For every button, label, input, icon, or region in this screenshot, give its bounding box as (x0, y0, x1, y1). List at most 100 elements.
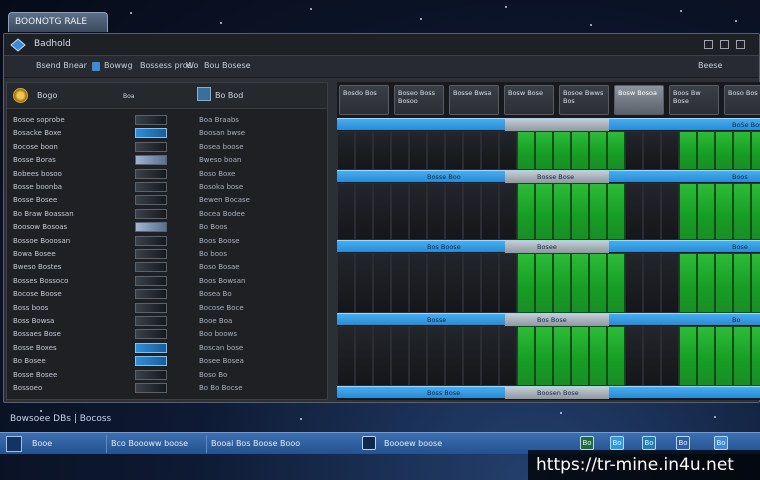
list-item[interactable]: Bossoe Booosan Boos Boose (7, 235, 327, 248)
grid-cell[interactable] (643, 131, 661, 170)
grid-cell[interactable] (445, 326, 463, 386)
list-item[interactable]: Bosse Boxes Boscan bose (7, 342, 327, 355)
column-header[interactable]: Bosw Bose (504, 85, 554, 115)
grid-cell-active[interactable] (553, 131, 571, 170)
start-icon[interactable] (6, 436, 22, 452)
grid-cell-active[interactable] (517, 326, 535, 386)
grid-cell[interactable] (445, 131, 463, 170)
grid-cell[interactable] (337, 183, 355, 240)
list-item[interactable]: Bossoeo Bo Bo Bocse (7, 382, 327, 395)
grid-cell[interactable] (427, 131, 445, 170)
grid-cell-active[interactable] (553, 183, 571, 240)
grid-cell[interactable] (373, 253, 391, 313)
grid-cell-active[interactable] (517, 253, 535, 313)
column-header[interactable]: Bosdo Bos (339, 85, 389, 115)
grid-cell-active[interactable] (607, 183, 625, 240)
grid-cell[interactable] (391, 253, 409, 313)
grid-cell-active[interactable] (751, 253, 760, 313)
list-item[interactable]: Boss boos Bocose Boce (7, 302, 327, 315)
grid-cell[interactable] (499, 326, 517, 386)
grid-cell-active[interactable] (535, 253, 553, 313)
grid-cell-active[interactable] (535, 183, 553, 240)
grid-cell-active[interactable] (697, 131, 715, 170)
tray-icon[interactable]: Bo (642, 436, 656, 450)
grid-cell[interactable] (427, 253, 445, 313)
row-band[interactable]: Bosse Boo Bosse Bose Boos (337, 170, 760, 183)
taskbar-item[interactable]: Boooew boose (380, 435, 446, 453)
toolbar-item[interactable]: Bowwg (104, 61, 133, 70)
grid-cell[interactable] (409, 326, 427, 386)
toolbar-item[interactable]: Bsend Bnear (36, 61, 87, 70)
grid-cell-active[interactable] (697, 326, 715, 386)
column-header[interactable]: Bosoe Bwws Bos (559, 85, 609, 115)
grid-cell-active[interactable] (715, 183, 733, 240)
close-icon[interactable] (736, 40, 745, 49)
grid-cell-active[interactable] (751, 326, 760, 386)
grid-cell[interactable] (427, 326, 445, 386)
row-band[interactable]: BoSe Bose (337, 118, 760, 131)
toolbar-item[interactable]: Bossess pros (140, 61, 192, 70)
grid-cell[interactable] (409, 131, 427, 170)
tray-icon[interactable]: Bo (676, 436, 690, 450)
grid-cell-active[interactable] (589, 131, 607, 170)
grid-cell[interactable] (481, 183, 499, 240)
grid-cell-active[interactable] (697, 183, 715, 240)
tab-active[interactable]: BOONOTG RALE (8, 12, 108, 32)
grid-cell[interactable] (499, 131, 517, 170)
grid-cell[interactable] (499, 253, 517, 313)
grid-cell[interactable] (463, 326, 481, 386)
grid-cell[interactable] (661, 183, 679, 240)
list-item[interactable]: Bosse Boras Bweso boan (7, 154, 327, 167)
grid-cell-active[interactable] (571, 131, 589, 170)
list-item[interactable]: Boosow Bosoas Bo Boos (7, 221, 327, 234)
column-header[interactable]: Boos Bw Bose (669, 85, 719, 115)
grid-cell-active[interactable] (517, 183, 535, 240)
grid-cell[interactable] (355, 183, 373, 240)
grid-cell[interactable] (481, 326, 499, 386)
toolbar-right-item[interactable]: Beese (698, 61, 722, 70)
grid-cell[interactable] (373, 326, 391, 386)
list-item[interactable]: Bowa Bosee Bo boos (7, 248, 327, 261)
tray-icon[interactable]: Bo (714, 436, 728, 450)
grid-cell-active[interactable] (589, 183, 607, 240)
grid-cell[interactable] (427, 183, 445, 240)
grid-cell[interactable] (391, 326, 409, 386)
grid-cell-active[interactable] (535, 326, 553, 386)
grid-cell[interactable] (463, 183, 481, 240)
grid-cell[interactable] (481, 131, 499, 170)
list-item[interactable]: Bosoe soprobe Boa Braabs (7, 114, 327, 127)
list-item[interactable]: Boss Bowsa Booe Boa (7, 315, 327, 328)
list-item[interactable]: Bosse boonba Bosoka bose (7, 181, 327, 194)
grid-cell-active[interactable] (715, 131, 733, 170)
tray-icon[interactable]: Bo (610, 436, 624, 450)
grid-cell[interactable] (445, 183, 463, 240)
row-band[interactable]: Bosse Bos Bose Bo (337, 313, 760, 326)
grid-cell[interactable] (391, 131, 409, 170)
grid-cell[interactable] (337, 326, 355, 386)
grid-cell[interactable] (391, 183, 409, 240)
grid-cell-active[interactable] (679, 253, 697, 313)
grid-cell-active[interactable] (571, 183, 589, 240)
grid-cell-active[interactable] (751, 183, 760, 240)
column-header[interactable]: Bosse Bwsa (449, 85, 499, 115)
grid-cell-active[interactable] (553, 326, 571, 386)
grid-cell[interactable] (337, 253, 355, 313)
grid-cell[interactable] (409, 253, 427, 313)
list-item[interactable]: Bobees bosoo Boso Boxe (7, 168, 327, 181)
grid-cell-active[interactable] (733, 326, 751, 386)
grid-cell-active[interactable] (679, 183, 697, 240)
toolbar-icon[interactable] (92, 62, 100, 71)
column-header[interactable]: Bosw Bosoa (614, 85, 664, 115)
grid-cell[interactable] (337, 131, 355, 170)
grid-cell[interactable] (355, 131, 373, 170)
grid-cell[interactable] (445, 253, 463, 313)
taskbar-item[interactable]: Booai Bos Boose Booo (206, 435, 304, 453)
grid-cell[interactable] (373, 131, 391, 170)
grid-cell-active[interactable] (697, 253, 715, 313)
grid-cell[interactable] (625, 131, 643, 170)
grid-cell-active[interactable] (607, 253, 625, 313)
grid-cell[interactable] (355, 326, 373, 386)
list-item[interactable]: Bocose Boose Bosea Bo (7, 288, 327, 301)
grid-cell-active[interactable] (589, 253, 607, 313)
grid-cell-active[interactable] (733, 131, 751, 170)
